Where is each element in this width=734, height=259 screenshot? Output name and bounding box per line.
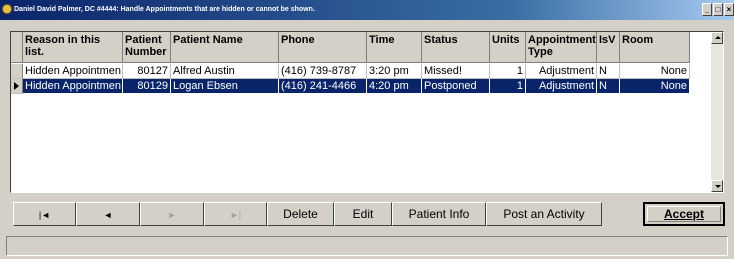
cell-patient-name[interactable]: Logan Ebsen — [171, 79, 279, 94]
header-patient-name[interactable]: Patient Name — [171, 32, 279, 63]
cell-isv[interactable]: N — [597, 79, 620, 94]
cell-time[interactable]: 3:20 pm — [367, 64, 422, 79]
scroll-down-button[interactable] — [711, 180, 723, 192]
cell-room[interactable]: None — [620, 64, 690, 79]
accept-label: Accept — [663, 207, 704, 221]
header-status[interactable]: Status — [422, 32, 490, 63]
window-controls: _ □ × — [702, 3, 734, 17]
accept-button[interactable]: Accept — [643, 202, 725, 226]
next-record-button[interactable]: ► — [140, 202, 204, 226]
row-indicator — [11, 79, 23, 94]
cell-patient-name[interactable]: Alfred Austin — [171, 64, 279, 79]
row-indicator — [11, 64, 23, 79]
current-row-arrow-icon — [14, 82, 19, 90]
edit-button[interactable]: Edit — [334, 202, 392, 226]
table-row[interactable]: Hidden Appointmen 80127 Alfred Austin (4… — [11, 64, 690, 79]
window-title: Daniel David Palmer, DC #4444: Handle Ap… — [14, 6, 315, 13]
header-indicator — [11, 32, 23, 63]
first-icon: |◄ — [38, 210, 51, 220]
header-time[interactable]: Time — [367, 32, 422, 63]
status-bar — [6, 236, 728, 256]
cell-phone[interactable]: (416) 241-4466 — [279, 79, 367, 94]
header-appointment-type[interactable]: Appointment Type — [526, 32, 597, 63]
appointments-grid[interactable]: Reason in this list. Patient Number Pati… — [10, 31, 724, 193]
header-patient-number[interactable]: Patient Number — [123, 32, 171, 63]
app-icon — [2, 4, 12, 14]
grid-header: Reason in this list. Patient Number Pati… — [11, 32, 690, 63]
header-units[interactable]: Units — [490, 32, 526, 63]
header-reason[interactable]: Reason in this list. — [23, 32, 123, 63]
prior-icon: ◄ — [103, 210, 113, 220]
header-isv[interactable]: IsV — [597, 32, 620, 63]
next-icon: ► — [167, 210, 177, 220]
cell-patient-number[interactable]: 80129 — [123, 79, 171, 94]
cell-time[interactable]: 4:20 pm — [367, 79, 422, 94]
cell-appointment-type[interactable]: Adjustment — [526, 79, 597, 94]
last-record-button[interactable]: ►| — [204, 202, 267, 226]
cell-reason[interactable]: Hidden Appointmen — [23, 79, 123, 94]
cell-reason[interactable]: Hidden Appointmen — [23, 64, 123, 79]
first-record-button[interactable]: |◄ — [13, 202, 76, 226]
cell-room[interactable]: None — [620, 79, 690, 94]
header-phone[interactable]: Phone — [279, 32, 367, 63]
vertical-scrollbar[interactable] — [711, 32, 723, 192]
patient-info-button[interactable]: Patient Info — [392, 202, 486, 226]
arrow-up-icon — [715, 36, 721, 39]
prior-record-button[interactable]: ◄ — [76, 202, 140, 226]
table-row-selected[interactable]: Hidden Appointmen 80129 Logan Ebsen (416… — [11, 79, 690, 94]
minimize-button[interactable]: _ — [702, 3, 712, 16]
cell-units[interactable]: 1 — [490, 79, 526, 94]
cell-status[interactable]: Postponed — [422, 79, 490, 94]
title-bar: Daniel David Palmer, DC #4444: Handle Ap… — [0, 0, 734, 20]
arrow-down-icon — [715, 185, 721, 188]
header-room[interactable]: Room — [620, 32, 690, 63]
cell-status[interactable]: Missed! — [422, 64, 490, 79]
cell-units[interactable]: 1 — [490, 64, 526, 79]
close-button[interactable]: × — [724, 3, 734, 16]
cell-phone[interactable]: (416) 739-8787 — [279, 64, 367, 79]
delete-button[interactable]: Delete — [267, 202, 334, 226]
cell-isv[interactable]: N — [597, 64, 620, 79]
post-activity-button[interactable]: Post an Activity — [486, 202, 602, 226]
maximize-button[interactable]: □ — [713, 3, 723, 16]
last-icon: ►| — [229, 210, 242, 220]
cell-patient-number[interactable]: 80127 — [123, 64, 171, 79]
scroll-up-button[interactable] — [711, 32, 723, 44]
cell-appointment-type[interactable]: Adjustment — [526, 64, 597, 79]
